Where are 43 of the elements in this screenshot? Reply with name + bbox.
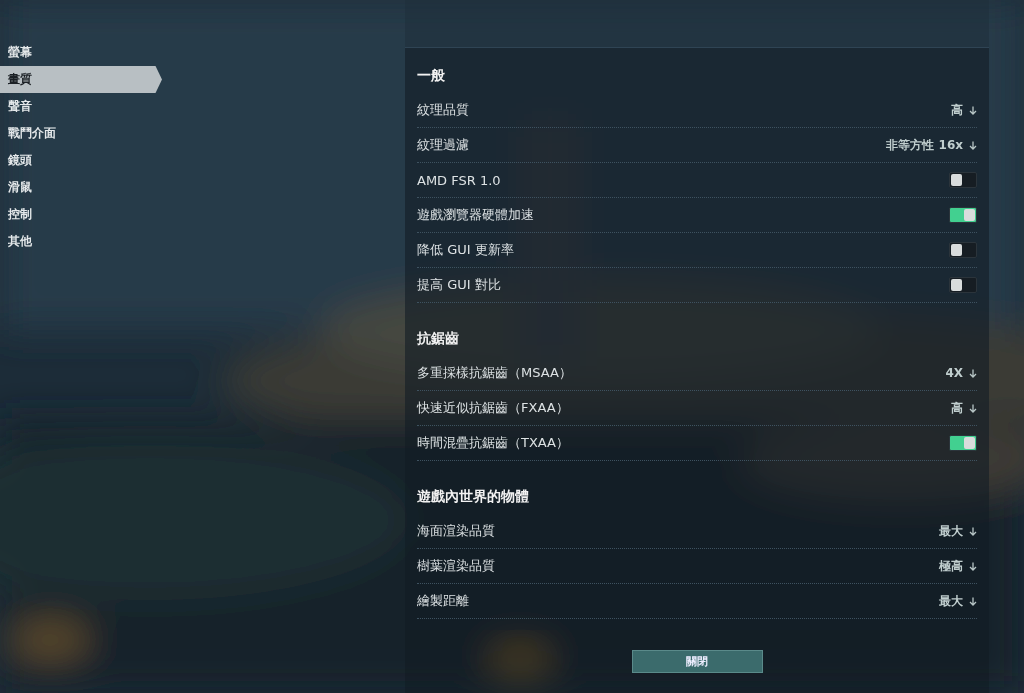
setting-label: 降低 GUI 更新率 <box>417 241 514 259</box>
setting-label: 遊戲瀏覽器硬體加速 <box>417 206 534 224</box>
sidebar-item[interactable]: 鏡頭 <box>0 147 162 174</box>
setting-label: AMD FSR 1.0 <box>417 172 501 188</box>
setting-label: 繪製距離 <box>417 592 469 610</box>
arrow-down-icon <box>969 561 977 571</box>
dropdown[interactable]: 最大 <box>939 592 977 610</box>
setting-label: 紋理品質 <box>417 101 469 119</box>
arrow-down-icon <box>969 596 977 606</box>
section-heading: 抗鋸齒 <box>417 329 460 348</box>
sidebar-item[interactable]: 畫質 <box>0 66 162 93</box>
setting-label: 海面渲染品質 <box>417 522 495 540</box>
arrow-down-icon <box>969 140 977 150</box>
dropdown[interactable]: 非等方性 16x <box>886 136 977 154</box>
dropdown[interactable]: 極高 <box>939 557 977 575</box>
dropdown[interactable]: 最大 <box>939 522 977 540</box>
toggle-switch[interactable] <box>949 435 977 451</box>
setting-label: 提高 GUI 對比 <box>417 276 501 294</box>
toggle-switch[interactable] <box>949 207 977 223</box>
toggle-switch[interactable] <box>949 277 977 293</box>
arrow-down-icon <box>969 403 977 413</box>
toggle-switch[interactable] <box>949 242 977 258</box>
dropdown[interactable]: 高 <box>951 101 977 119</box>
dropdown[interactable]: 高 <box>951 399 977 417</box>
sidebar-item[interactable]: 螢幕 <box>0 39 162 66</box>
setting-label: 時間混疊抗鋸齒（TXAA） <box>417 434 569 452</box>
sidebar-item[interactable]: 戰鬥介面 <box>0 120 162 147</box>
setting-label: 快速近似抗鋸齒（FXAA） <box>417 399 569 417</box>
sidebar-item[interactable]: 聲音 <box>0 93 162 120</box>
arrow-down-icon <box>969 526 977 536</box>
dropdown[interactable]: 4X <box>945 366 977 380</box>
toggle-switch[interactable] <box>949 172 977 188</box>
close-button[interactable]: 關閉 <box>631 650 763 673</box>
sidebar-item[interactable]: 控制 <box>0 201 162 228</box>
setting-label: 多重採樣抗鋸齒（MSAA） <box>417 364 572 382</box>
setting-label: 樹葉渲染品質 <box>417 557 495 575</box>
sidebar-item[interactable]: 其他 <box>0 228 162 255</box>
arrow-down-icon <box>969 105 977 115</box>
arrow-down-icon <box>969 368 977 378</box>
section-heading: 遊戲內世界的物體 <box>417 487 530 506</box>
setting-label: 紋理過濾 <box>417 136 469 154</box>
sidebar-item[interactable]: 滑鼠 <box>0 174 162 201</box>
section-heading: 一般 <box>417 66 446 85</box>
